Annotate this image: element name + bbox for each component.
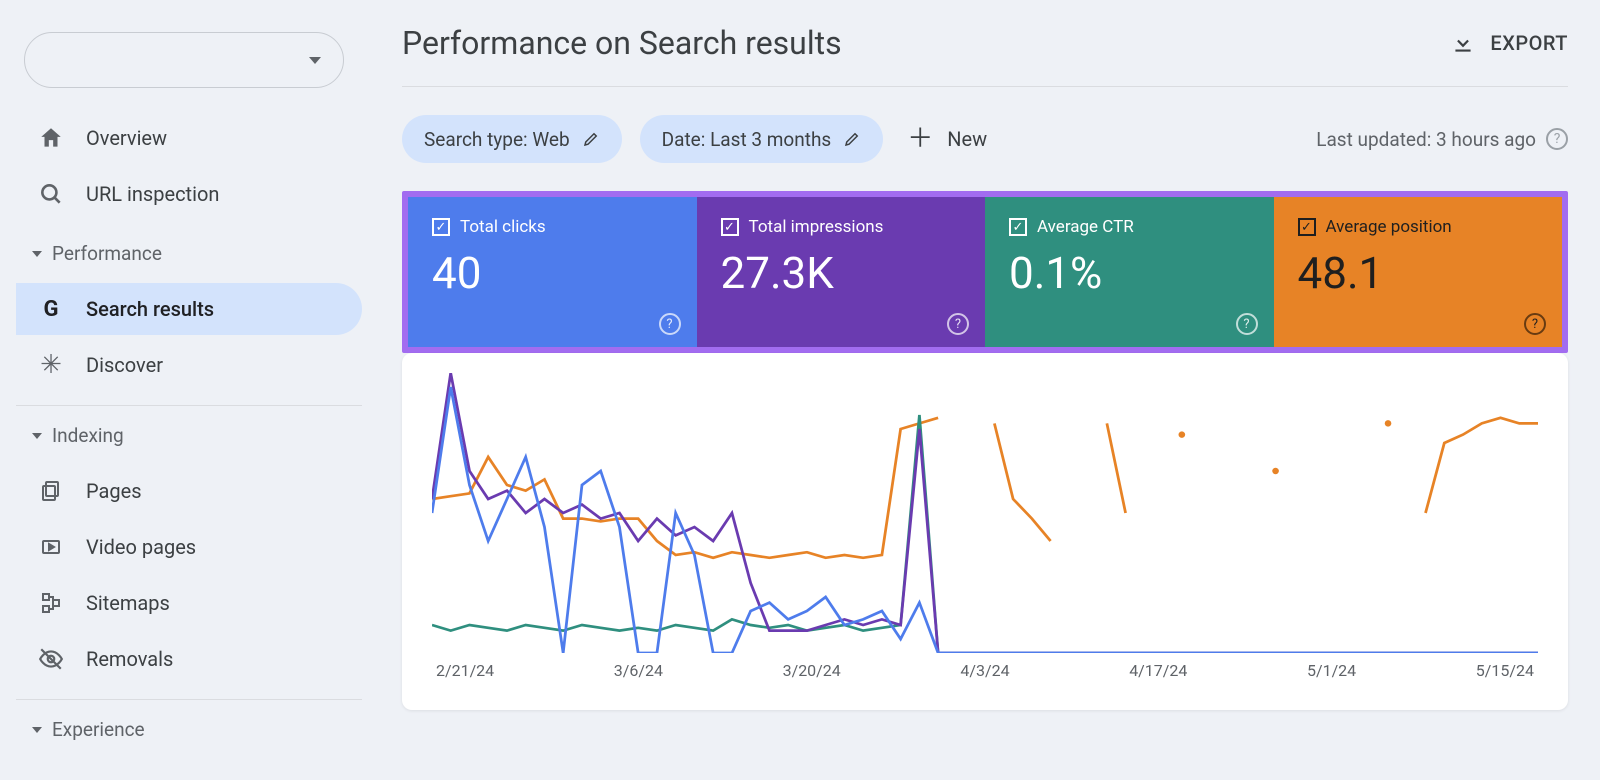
pencil-icon [582,130,600,148]
help-icon[interactable]: ? [1236,313,1258,335]
checkbox-icon: ✓ [432,218,450,236]
chip-date[interactable]: Date: Last 3 months [640,115,884,163]
video-icon [38,534,64,560]
last-updated-label: Last updated: 3 hours ago [1316,128,1536,151]
chip-label: Date: Last 3 months [662,128,832,151]
sidebar-item-search-results[interactable]: G Search results [16,283,362,335]
metric-label: Average CTR [1037,217,1134,237]
sidebar-item-sitemaps[interactable]: Sitemaps [16,577,362,629]
chart-panel: 2/21/243/6/243/20/244/3/244/17/245/1/245… [402,353,1568,710]
sidebar-item-label: Discover [86,353,163,377]
metric-value: 40 [432,247,673,299]
sparkle-icon: ✳ [38,352,64,378]
checkbox-icon: ✓ [1298,218,1316,236]
metric-label: Total impressions [749,217,884,237]
sidebar-item-label: Sitemaps [86,591,170,615]
group-label: Indexing [52,424,124,447]
help-icon[interactable]: ? [659,313,681,335]
g-icon: G [38,296,64,322]
metric-value: 27.3K [721,247,962,299]
metric-card-clicks[interactable]: ✓ Total clicks 40 ? [408,197,697,347]
last-updated: Last updated: 3 hours ago ? [1316,128,1568,151]
sidebar-item-label: Video pages [86,535,196,559]
add-filter-button[interactable]: ＋ New [901,126,987,152]
eye-off-icon [38,646,64,672]
metric-value: 0.1% [1009,247,1250,299]
metrics-row: ✓ Total clicks 40 ? ✓ Total impressions 27… [408,197,1562,347]
sidebar-item-video-pages[interactable]: Video pages [16,521,362,573]
chip-search-type[interactable]: Search type: Web [402,115,622,163]
chevron-down-icon [32,433,42,439]
sidebar-item-url-inspection[interactable]: URL inspection [16,168,362,220]
group-label: Experience [52,718,145,741]
metric-card-impressions[interactable]: ✓ Total impressions 27.3K ? [697,197,986,347]
new-filter-label: New [947,127,987,151]
sidebar-item-overview[interactable]: Overview [16,112,362,164]
chip-label: Search type: Web [424,128,570,151]
sidebar-item-label: Overview [86,126,167,150]
pencil-icon [843,130,861,148]
pages-icon [38,478,64,504]
export-button[interactable]: EXPORT [1450,30,1568,56]
filter-row: Search type: Web Date: Last 3 months ＋ N… [402,87,1568,191]
performance-chart [432,373,1538,653]
title-row: Performance on Search results EXPORT [402,24,1568,87]
metric-card-ctr[interactable]: ✓ Average CTR 0.1% ? [985,197,1274,347]
export-label: EXPORT [1490,31,1568,55]
metrics-highlight: ✓ Total clicks 40 ? ✓ Total impressions 27… [402,191,1568,353]
sidebar-group-experience[interactable]: Experience [16,699,362,755]
home-icon [38,125,64,151]
plus-icon: ＋ [907,126,933,152]
chevron-down-icon [32,251,42,257]
metric-label: Average position [1326,217,1452,237]
sidebar: Overview URL inspection Performance G Se… [0,0,370,780]
help-icon[interactable]: ? [1546,128,1568,150]
sidebar-item-discover[interactable]: ✳ Discover [16,339,362,391]
search-icon [38,181,64,207]
sidebar-item-removals[interactable]: Removals [16,633,362,685]
sidebar-item-label: URL inspection [86,182,219,206]
property-selector[interactable] [24,32,344,88]
chevron-down-icon [32,727,42,733]
sidebar-item-label: Removals [86,647,173,671]
download-icon [1450,30,1476,56]
sidebar-item-label: Pages [86,479,142,503]
metric-value: 48.1 [1298,247,1539,299]
checkbox-icon: ✓ [1009,218,1027,236]
sitemap-icon [38,590,64,616]
checkbox-icon: ✓ [721,218,739,236]
help-icon[interactable]: ? [1524,313,1546,335]
main-content: Performance on Search results EXPORT Sea… [370,0,1600,780]
chart-x-axis-labels: 2/21/243/6/243/20/244/3/244/17/245/1/245… [432,661,1538,680]
metric-card-position[interactable]: ✓ Average position 48.1 ? [1274,197,1563,347]
group-label: Performance [52,242,162,265]
sidebar-item-label: Search results [86,297,214,321]
chevron-down-icon [309,57,321,64]
metric-label: Total clicks [460,217,546,237]
sidebar-group-indexing[interactable]: Indexing [16,405,362,461]
help-icon[interactable]: ? [947,313,969,335]
page-title: Performance on Search results [402,24,842,62]
sidebar-item-pages[interactable]: Pages [16,465,362,517]
sidebar-group-performance[interactable]: Performance [16,224,362,279]
